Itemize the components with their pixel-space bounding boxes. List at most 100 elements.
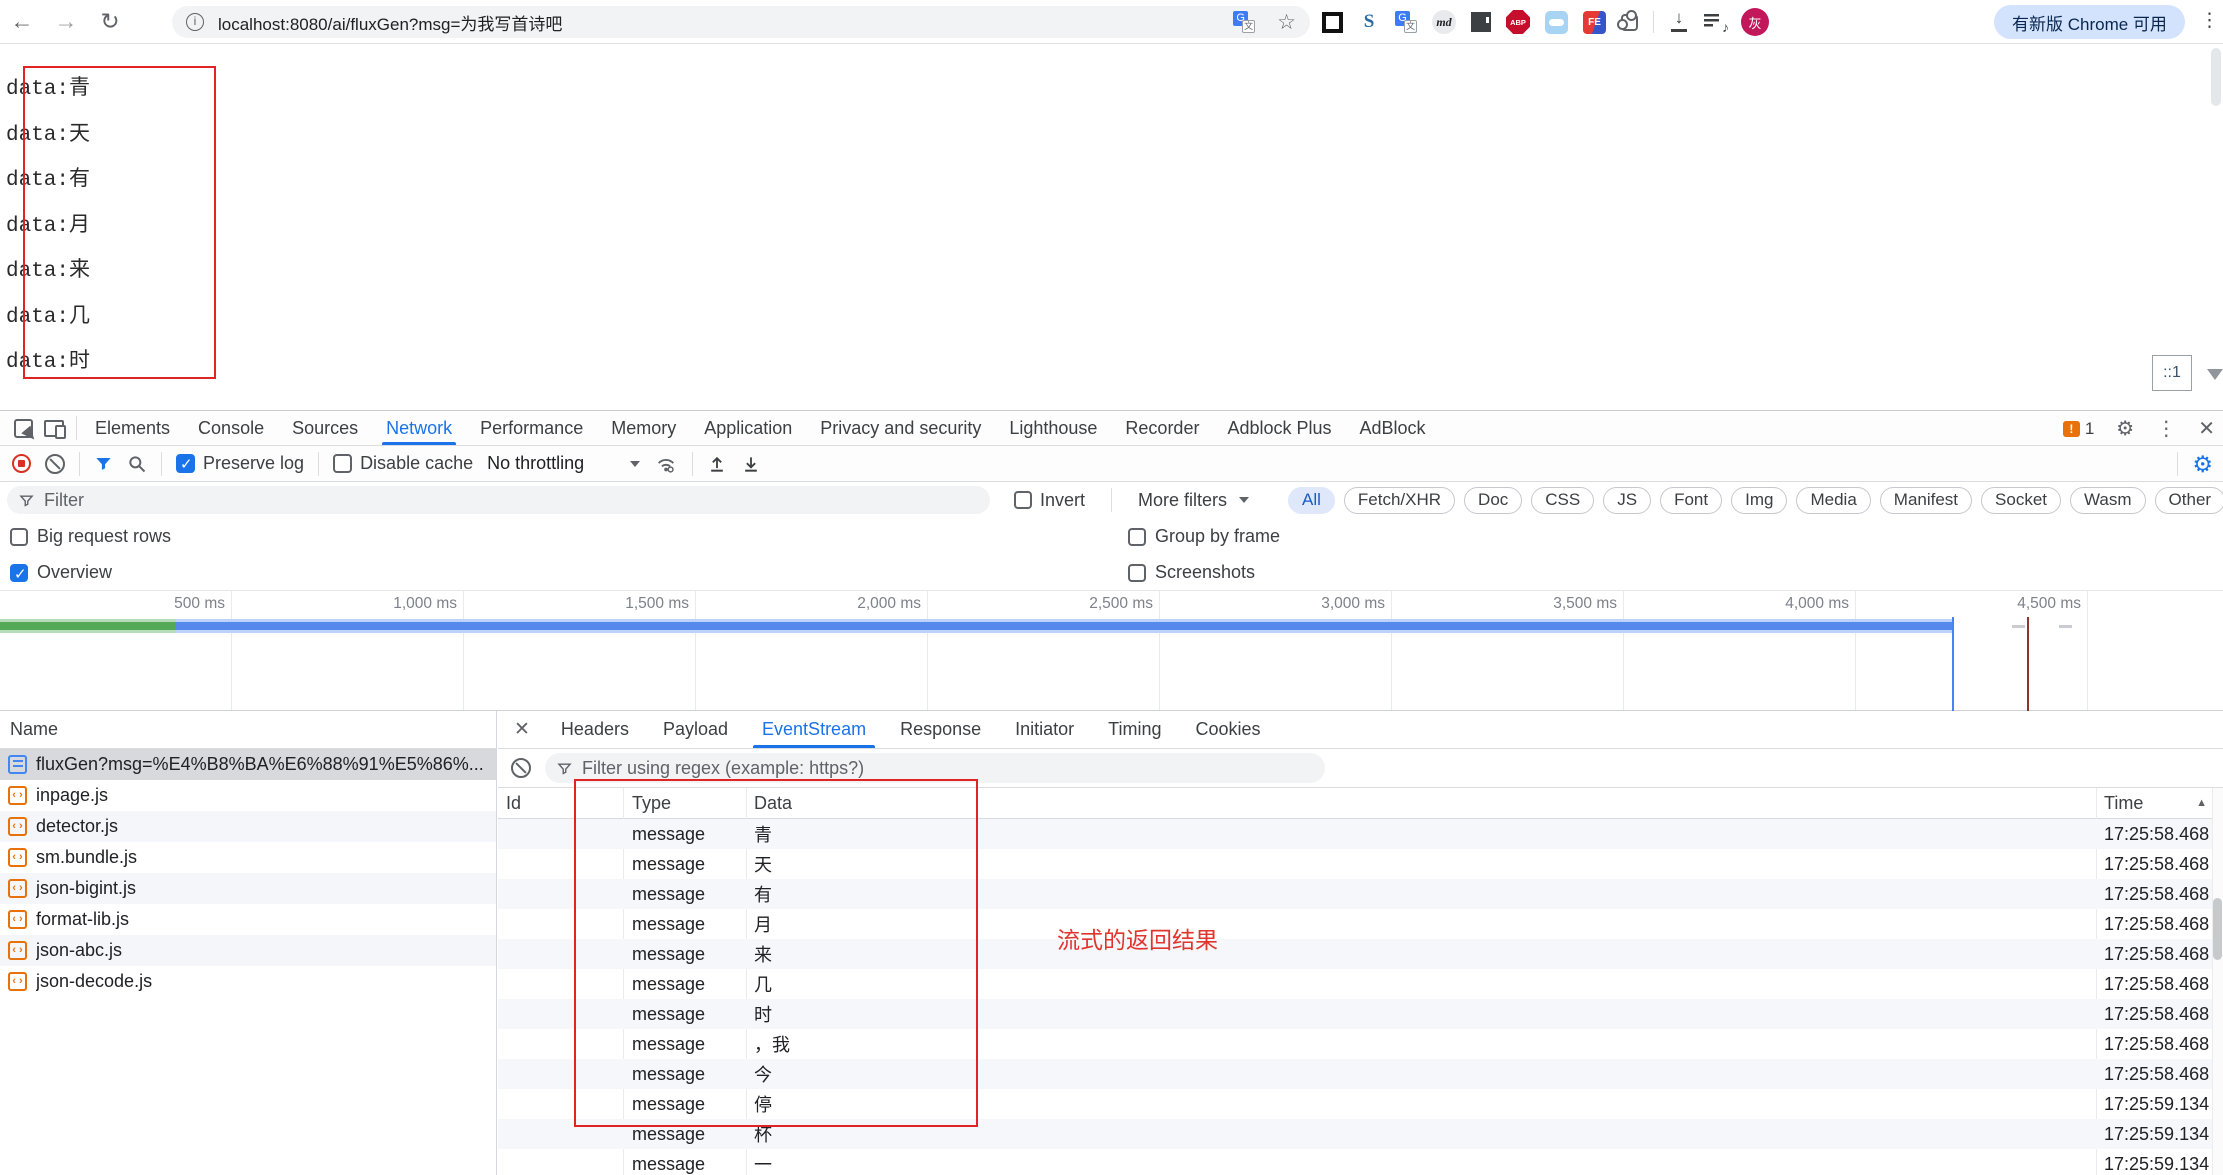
disable-cache-checkbox[interactable] xyxy=(333,454,352,473)
big-request-rows-option[interactable]: Big request rows xyxy=(10,526,171,547)
request-row[interactable]: sm.bundle.js xyxy=(0,842,496,873)
request-type-chip[interactable]: Doc xyxy=(1464,487,1522,514)
devtools-tab[interactable]: Network xyxy=(372,411,466,445)
devtools-menu-icon[interactable]: ⋮ xyxy=(2156,419,2176,439)
detail-tab[interactable]: EventStream xyxy=(745,711,883,748)
request-type-chip[interactable]: Media xyxy=(1796,487,1870,514)
eventstream-row[interactable]: message 今 17:25:58.468 xyxy=(498,1059,2212,1089)
back-icon[interactable]: ← xyxy=(0,8,44,35)
devtools-tab[interactable]: Console xyxy=(184,411,278,445)
devtools-tab[interactable]: Application xyxy=(690,411,806,445)
profile-avatar[interactable]: 灰 xyxy=(1741,8,1769,36)
screenshots-option[interactable]: Screenshots xyxy=(1128,562,1255,583)
eventstream-row[interactable]: message ，我 17:25:58.468 xyxy=(498,1029,2212,1059)
preserve-log-checkbox[interactable] xyxy=(176,454,195,473)
request-type-chip[interactable]: JS xyxy=(1603,487,1651,514)
media-playlist-icon[interactable] xyxy=(1704,13,1726,31)
inspect-element-icon[interactable] xyxy=(14,419,33,438)
request-type-chip[interactable]: Manifest xyxy=(1880,487,1972,514)
request-type-chip[interactable]: Other xyxy=(2155,487,2223,514)
request-type-chip[interactable]: CSS xyxy=(1531,487,1594,514)
detail-tab[interactable]: Cookies xyxy=(1179,711,1278,748)
eventstream-row[interactable]: message 来 17:25:58.468 xyxy=(498,939,2212,969)
reload-icon[interactable]: ↻ xyxy=(88,8,132,35)
detail-scrollbar[interactable] xyxy=(2212,788,2223,1175)
devtools-tab[interactable]: Adblock Plus xyxy=(1213,411,1345,445)
export-har-icon[interactable] xyxy=(741,454,761,474)
request-type-chip[interactable]: Font xyxy=(1660,487,1722,514)
throttling-select[interactable]: No throttling xyxy=(487,453,640,474)
translate-icon[interactable]: G文 xyxy=(1233,11,1255,33)
request-type-chip[interactable]: Wasm xyxy=(2070,487,2146,514)
overview-checkbox[interactable] xyxy=(10,564,28,582)
site-info-icon[interactable]: i xyxy=(186,13,204,31)
devtools-tab[interactable]: Performance xyxy=(466,411,597,445)
request-type-chip[interactable]: Socket xyxy=(1981,487,2061,514)
devtools-tab[interactable]: Memory xyxy=(597,411,690,445)
column-data[interactable]: Data xyxy=(746,793,2096,814)
network-conditions-icon[interactable] xyxy=(654,453,678,475)
clear-events-icon[interactable] xyxy=(511,758,531,778)
request-type-chip[interactable]: Img xyxy=(1731,487,1787,514)
devtools-tab[interactable]: Lighthouse xyxy=(995,411,1111,445)
group-by-frame-option[interactable]: Group by frame xyxy=(1128,526,1280,547)
devtools-settings-icon[interactable]: ⚙ xyxy=(2116,419,2134,439)
filter-funnel-icon[interactable] xyxy=(94,454,113,473)
screenshots-checkbox[interactable] xyxy=(1128,564,1146,582)
devtools-tab[interactable]: Privacy and security xyxy=(806,411,995,445)
import-har-icon[interactable] xyxy=(707,454,727,474)
eventstream-row[interactable]: message 时 17:25:58.468 xyxy=(498,999,2212,1029)
address-bar[interactable]: i localhost:8080/ai/fluxGen?msg=为我写首诗吧 G… xyxy=(172,6,1310,38)
forward-icon[interactable]: → xyxy=(44,8,88,35)
eventstream-row[interactable]: message 一 17:25:59.134 xyxy=(498,1149,2212,1175)
page-scrollbar[interactable] xyxy=(2211,48,2221,106)
detail-tab[interactable]: Headers xyxy=(544,711,646,748)
request-row[interactable]: json-bigint.js xyxy=(0,873,496,904)
qr-extension-icon[interactable] xyxy=(1471,12,1491,32)
markdown-extension-icon[interactable]: md xyxy=(1432,10,1456,34)
eventstream-row[interactable]: message 有 17:25:58.468 xyxy=(498,879,2212,909)
detail-tab[interactable]: Payload xyxy=(646,711,745,748)
devtools-tab[interactable]: Elements xyxy=(81,411,184,445)
close-detail-icon[interactable]: ✕ xyxy=(498,718,544,741)
request-row[interactable]: json-decode.js xyxy=(0,966,496,997)
group-by-frame-checkbox[interactable] xyxy=(1128,528,1146,546)
devtools-tab[interactable]: Sources xyxy=(278,411,372,445)
clear-network-log-icon[interactable] xyxy=(45,454,65,474)
devtools-tab[interactable]: AdBlock xyxy=(1346,411,1440,445)
name-column-header[interactable]: Name xyxy=(0,711,496,749)
record-network-log-icon[interactable] xyxy=(12,454,31,473)
eventstream-row[interactable]: message 停 17:25:59.134 xyxy=(498,1089,2212,1119)
invert-filter[interactable]: Invert xyxy=(1014,490,1085,511)
browser-menu-icon[interactable]: ⋮ xyxy=(2200,9,2219,32)
downloads-icon[interactable]: ↓ xyxy=(1669,12,1689,32)
network-overview[interactable]: 500 ms1,000 ms1,500 ms2,000 ms2,500 ms3,… xyxy=(0,590,2223,711)
request-row[interactable]: json-abc.js xyxy=(0,935,496,966)
eventstream-row[interactable]: message 青 17:25:58.468 xyxy=(498,819,2212,849)
devtools-tab[interactable]: Recorder xyxy=(1111,411,1213,445)
issues-counter[interactable]: ! 1 xyxy=(2063,419,2094,439)
detail-tab[interactable]: Timing xyxy=(1091,711,1178,748)
column-time[interactable]: Time ▲ xyxy=(2096,793,2223,814)
translate-extension-icon[interactable]: G文 xyxy=(1395,11,1417,33)
request-type-chip[interactable]: Fetch/XHR xyxy=(1344,487,1455,514)
filter-input[interactable]: Filter xyxy=(7,486,990,514)
detail-tab[interactable]: Initiator xyxy=(998,711,1091,748)
chrome-update-chip[interactable]: 有新版 Chrome 可用 xyxy=(1994,5,2185,39)
request-row[interactable]: detector.js xyxy=(0,811,496,842)
network-settings-icon[interactable]: ⚙ xyxy=(2192,453,2213,476)
extensions-puzzle-icon[interactable] xyxy=(1621,14,1638,31)
bookmark-star-icon[interactable]: ☆ xyxy=(1277,10,1296,35)
eventstream-row[interactable]: message 天 17:25:58.468 xyxy=(498,849,2212,879)
overview-option[interactable]: Overview xyxy=(10,562,112,583)
request-row[interactable]: fluxGen?msg=%E4%B8%BA%E6%88%91%E5%86%... xyxy=(0,749,496,780)
more-filters-button[interactable]: More filters xyxy=(1138,490,1249,511)
eventstream-row[interactable]: message 杯 17:25:59.134 xyxy=(498,1119,2212,1149)
devtools-close-icon[interactable]: ✕ xyxy=(2198,419,2215,439)
detail-scrollbar-thumb[interactable] xyxy=(2213,898,2222,960)
search-icon[interactable] xyxy=(127,454,147,474)
device-toolbar-icon[interactable] xyxy=(44,420,64,437)
password-extension-icon[interactable] xyxy=(1545,11,1568,34)
big-request-rows-checkbox[interactable] xyxy=(10,528,28,546)
eventstream-filter-input[interactable]: Filter using regex (example: https?) xyxy=(545,753,1325,783)
